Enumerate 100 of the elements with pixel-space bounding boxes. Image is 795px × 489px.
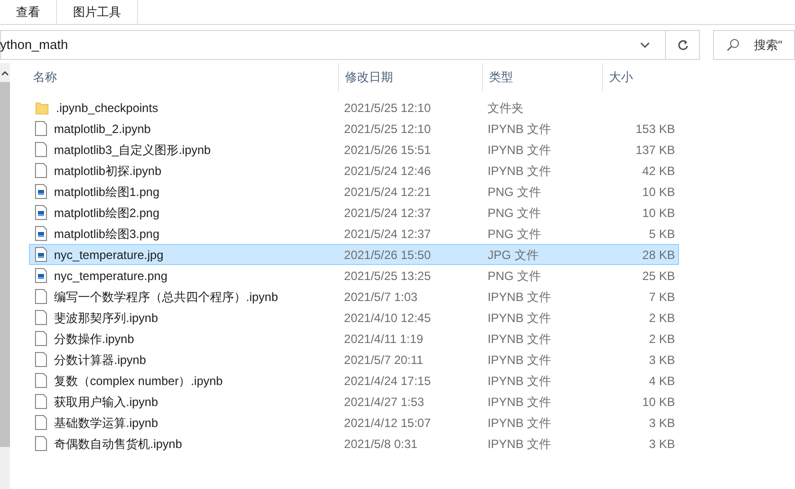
file-type: IPYNB 文件 <box>486 310 552 326</box>
file-row[interactable]: 分数计算器.ipynb 2021/5/7 20:11 IPYNB 文件 3 KB <box>29 349 679 370</box>
file-type: IPYNB 文件 <box>486 120 552 138</box>
address-bar[interactable]: ython_math <box>0 30 700 60</box>
modified-date: 2021/5/26 15:50 <box>343 246 432 264</box>
file-size: 3 KB <box>648 352 675 368</box>
image-file-icon <box>35 226 47 241</box>
address-path: ython_math <box>0 36 69 54</box>
file-name: 编写一个数学程序（总共四个程序）.ipynb <box>54 288 278 306</box>
file-size: 10 KB <box>642 184 675 200</box>
modified-date: 2021/4/10 12:45 <box>343 310 432 326</box>
file-row[interactable]: matplotlib初探.ipynb 2021/5/24 12:46 IPYNB 文件 42 KB <box>29 160 679 181</box>
file-type: IPYNB 文件 <box>486 436 552 452</box>
file-row[interactable]: 斐波那契序列.ipynb 2021/4/10 12:45 IPYNB 文件 2 KB <box>29 307 679 328</box>
file-type: IPYNB 文件 <box>486 352 552 368</box>
file-size: 10 KB <box>642 204 675 222</box>
document-icon <box>35 352 47 367</box>
file-type: JPG 文件 <box>486 246 540 264</box>
modified-date: 2021/5/8 0:31 <box>343 436 418 452</box>
document-icon <box>35 415 47 430</box>
image-file-icon <box>35 205 47 220</box>
modified-date: 2021/5/24 12:46 <box>343 162 432 180</box>
search-field[interactable]: 搜索" <box>713 30 795 60</box>
file-name: matplotlib初探.ipynb <box>54 162 162 180</box>
modified-date: 2021/5/25 12:10 <box>343 120 432 138</box>
document-icon <box>35 394 47 409</box>
scroll-up-icon[interactable] <box>1 71 9 76</box>
file-type: PNG 文件 <box>486 204 542 222</box>
document-icon <box>35 436 47 451</box>
file-size: 5 KB <box>648 226 675 242</box>
file-size: 2 KB <box>648 310 675 326</box>
file-size: 25 KB <box>642 268 675 284</box>
image-file-icon <box>35 247 47 262</box>
document-icon <box>35 142 47 157</box>
image-file-icon <box>35 268 47 283</box>
file-row[interactable]: 分数操作.ipynb 2021/4/11 1:19 IPYNB 文件 2 KB <box>29 328 679 349</box>
file-type: IPYNB 文件 <box>486 142 552 158</box>
column-header[interactable]: 名称 <box>29 63 338 91</box>
file-row[interactable]: matplotlib_2.ipynb 2021/5/25 12:10 IPYNB 文件 153 KB <box>29 118 679 139</box>
modified-date: 2021/5/24 12:21 <box>343 184 432 200</box>
file-type: IPYNB 文件 <box>486 330 552 348</box>
file-name: 复数（complex number）.ipynb <box>54 372 223 390</box>
file-type: PNG 文件 <box>486 226 542 242</box>
file-size: 2 KB <box>648 330 675 348</box>
file-row[interactable]: matplotlib绘图2.png 2021/5/24 12:37 PNG 文件 10 KB <box>29 202 679 223</box>
folder-icon <box>35 100 49 114</box>
chevron-down-icon[interactable] <box>640 42 650 48</box>
modified-date: 2021/4/27 1:53 <box>343 394 426 410</box>
file-name: matplotlib3_自定义图形.ipynb <box>54 142 211 158</box>
search-icon <box>726 38 740 52</box>
document-icon <box>35 289 47 304</box>
column-header[interactable]: 大小 <box>602 63 682 91</box>
document-icon <box>35 121 47 136</box>
file-size: 3 KB <box>648 436 675 452</box>
file-size: 3 KB <box>648 414 675 432</box>
file-size: 28 KB <box>642 246 675 264</box>
modified-date: 2021/5/7 1:03 <box>343 288 418 306</box>
file-name: nyc_temperature.png <box>54 268 168 284</box>
document-icon <box>35 310 47 325</box>
file-row[interactable]: 奇偶数自动售货机.ipynb 2021/5/8 0:31 IPYNB 文件 3 KB <box>29 433 679 454</box>
file-name: 奇偶数自动售货机.ipynb <box>54 436 182 452</box>
file-row[interactable]: matplotlib绘图1.png 2021/5/24 12:21 PNG 文件 10 KB <box>29 181 679 202</box>
file-name: matplotlib绘图1.png <box>54 184 160 200</box>
document-icon <box>35 331 47 346</box>
document-icon <box>35 163 47 178</box>
file-row[interactable]: 基础数学运算.ipynb 2021/4/12 15:07 IPYNB 文件 3 KB <box>29 412 679 433</box>
file-type: IPYNB 文件 <box>486 288 552 306</box>
file-name: matplotlib_2.ipynb <box>54 120 151 138</box>
file-name: nyc_temperature.jpg <box>54 246 164 264</box>
file-name: 分数计算器.ipynb <box>54 352 146 368</box>
column-header[interactable]: 类型 <box>482 63 602 91</box>
file-name: matplotlib绘图2.png <box>54 204 160 222</box>
file-type: IPYNB 文件 <box>486 394 552 410</box>
modified-date: 2021/5/7 20:11 <box>343 352 424 368</box>
image-file-icon <box>35 184 47 199</box>
search-input[interactable]: 搜索" <box>754 36 794 54</box>
modified-date: 2021/5/25 13:25 <box>343 268 432 284</box>
file-size: 137 KB <box>636 142 675 158</box>
file-row[interactable]: .ipynb_checkpoints 2021/5/25 12:10 文件夹 <box>29 97 679 118</box>
modified-date: 2021/4/12 15:07 <box>343 414 432 432</box>
file-name: 获取用户输入.ipynb <box>54 394 158 410</box>
modified-date: 2021/4/11 1:19 <box>343 330 424 348</box>
file-size: 4 KB <box>648 372 675 390</box>
column-header[interactable]: 修改日期 <box>338 63 482 91</box>
modified-date: 2021/4/24 17:15 <box>343 372 432 390</box>
file-row[interactable]: nyc_temperature.png 2021/5/25 13:25 PNG 文件 25 KB <box>29 265 679 286</box>
file-name: 斐波那契序列.ipynb <box>54 310 158 326</box>
file-type: 文件夹 <box>486 100 525 116</box>
file-size: 10 KB <box>642 394 675 410</box>
file-row[interactable]: 编写一个数学程序（总共四个程序）.ipynb 2021/5/7 1:03 IPYNB 文件 7 KB <box>29 286 679 307</box>
file-type: PNG 文件 <box>486 268 542 284</box>
file-row[interactable]: nyc_temperature.jpg 2021/5/26 15:50 JPG 文件 28 KB <box>29 244 679 265</box>
file-row[interactable]: 复数（complex number）.ipynb 2021/4/24 17:15 IPYNB 文件 4 KB <box>29 370 679 391</box>
file-size: 7 KB <box>648 288 675 306</box>
file-name: 分数操作.ipynb <box>54 330 134 348</box>
file-row[interactable]: matplotlib3_自定义图形.ipynb 2021/5/26 15:51 IPYNB 文件 137 KB <box>29 139 679 160</box>
modified-date: 2021/5/24 12:37 <box>343 204 432 222</box>
file-row[interactable]: 获取用户输入.ipynb 2021/4/27 1:53 IPYNB 文件 10 KB <box>29 391 679 412</box>
file-type: PNG 文件 <box>486 184 542 200</box>
file-row[interactable]: matplotlib绘图3.png 2021/5/24 12:37 PNG 文件 5 KB <box>29 223 679 244</box>
